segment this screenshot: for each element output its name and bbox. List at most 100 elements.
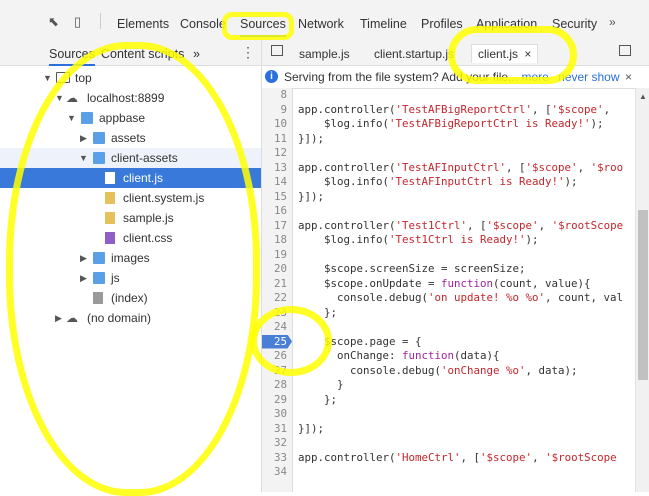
line-number[interactable]: 8 [262, 88, 292, 102]
line-number[interactable]: 27 [262, 364, 292, 378]
tree-item-index[interactable]: (index) [0, 288, 261, 308]
css-file-icon [105, 232, 115, 244]
code-line: }]); [298, 189, 325, 203]
line-number[interactable]: 26 [262, 349, 292, 363]
tree-item-top[interactable]: ▼ top [0, 68, 261, 88]
tree-item-no-domain[interactable]: ▶ ☁ (no domain) [0, 308, 261, 328]
expanded-arrow-icon[interactable]: ▼ [55, 88, 64, 108]
editor-tab-client-js[interactable]: client.js × [471, 44, 539, 63]
scrollbar-thumb[interactable] [638, 210, 648, 380]
tree-item-localhost[interactable]: ▼ ☁ localhost:8899 [0, 88, 261, 108]
infobar-close-icon[interactable]: × [625, 66, 632, 88]
code-line: }]); [298, 131, 325, 145]
line-number[interactable]: 23 [262, 306, 292, 320]
collapsed-arrow-icon[interactable]: ▶ [55, 308, 62, 328]
line-number[interactable]: 22 [262, 291, 292, 305]
code-line: $scope.screenSize = screenSize; [298, 262, 526, 275]
tab-security[interactable]: Security [552, 17, 597, 31]
tab-sources-navigator[interactable]: Sources [49, 47, 95, 66]
line-number[interactable]: 14 [262, 175, 292, 189]
tree-item-assets[interactable]: ▶ assets [0, 128, 261, 148]
tree-item-images[interactable]: ▶ images [0, 248, 261, 268]
tree-item-client-assets[interactable]: ▼ client-assets [0, 148, 261, 168]
close-tab-icon[interactable]: × [524, 47, 531, 61]
collapsed-arrow-icon[interactable]: ▶ [80, 268, 87, 288]
tree-item-client-js[interactable]: client.js [0, 168, 261, 188]
code-line: app.controller('Test1Ctrl', ['$scope', '… [298, 218, 624, 232]
line-number[interactable]: 21 [262, 277, 292, 291]
expanded-arrow-icon[interactable]: ▼ [67, 108, 76, 128]
tab-network[interactable]: Network [298, 17, 344, 31]
tree-item-js[interactable]: ▶ js [0, 268, 261, 288]
scroll-up-icon[interactable]: ▲ [639, 92, 647, 101]
navigator-tabs: Sources Content scripts » ⋮ [0, 40, 261, 66]
infobar-more-link[interactable]: more [521, 70, 548, 84]
tab-elements[interactable]: Elements [117, 17, 169, 31]
tree-item-label: client.css [123, 231, 173, 245]
line-number[interactable]: 17 [262, 219, 292, 233]
code-line: app.controller('HomeCtrl', ['$scope', '$… [298, 450, 617, 464]
line-number[interactable]: 30 [262, 407, 292, 421]
tab-timeline[interactable]: Timeline [360, 17, 407, 31]
editor-scrollbar[interactable]: ▲ [635, 88, 649, 492]
editor-tab-label: client.js [478, 47, 519, 61]
line-number[interactable]: 24 [262, 320, 292, 334]
tab-content-scripts[interactable]: Content scripts [101, 47, 184, 61]
line-number[interactable]: 10 [262, 117, 292, 131]
js-file-icon [105, 212, 115, 224]
tree-item-appbase[interactable]: ▼ appbase [0, 108, 261, 128]
line-number[interactable]: 33 [262, 451, 292, 465]
folder-icon [93, 132, 105, 144]
collapsed-arrow-icon[interactable]: ▶ [80, 248, 87, 268]
tree-item-client-system-js[interactable]: client.system.js [0, 188, 261, 208]
line-number[interactable]: 11 [262, 132, 292, 146]
line-number[interactable]: 31 [262, 422, 292, 436]
file-icon [105, 172, 115, 184]
line-number[interactable]: 29 [262, 393, 292, 407]
info-icon: i [265, 70, 278, 83]
code-line: app.controller('TestAFBigReportCtrl', ['… [298, 102, 611, 116]
line-number[interactable]: 16 [262, 204, 292, 218]
tree-item-client-css[interactable]: client.css [0, 228, 261, 248]
line-number[interactable]: 12 [262, 146, 292, 160]
line-number[interactable]: 32 [262, 436, 292, 450]
editor-tab-sample-js[interactable]: sample.js [299, 47, 350, 61]
tab-sources[interactable]: Sources [240, 17, 286, 37]
line-number[interactable]: 9 [262, 103, 292, 117]
code-line: app.controller('TestAFInputCtrl', ['$sco… [298, 160, 624, 174]
infobar-message: Serving from the file system? Add your f… [284, 70, 519, 84]
toggle-debugger-icon[interactable] [619, 45, 631, 56]
toggle-navigator-icon[interactable] [271, 45, 283, 56]
inspect-element-icon[interactable]: ⬉ [48, 14, 59, 30]
code-line: }; [298, 392, 338, 406]
editor-tab-client-startup-js[interactable]: client.startup.js [374, 47, 454, 61]
code-editor[interactable]: 8 9 10 11 12 13 14 15 16 17 18 19 20 21 22 23 24 25 26 27 28… [262, 88, 635, 492]
tree-item-label: client-assets [111, 151, 178, 165]
line-number[interactable]: 28 [262, 378, 292, 392]
line-number[interactable]: 20 [262, 262, 292, 276]
tab-console[interactable]: Console [180, 17, 226, 31]
navigator-menu-icon[interactable]: ⋮ [241, 44, 255, 61]
line-number[interactable]: 19 [262, 248, 292, 262]
folder-icon [81, 112, 93, 124]
line-number-gutter[interactable]: 8 9 10 11 12 13 14 15 16 17 18 19 20 21 22 23 24 25 26 27 28… [262, 88, 293, 492]
line-number[interactable]: 34 [262, 465, 292, 479]
tree-item-sample-js[interactable]: sample.js [0, 208, 261, 228]
more-navigator-tabs-icon[interactable]: » [193, 47, 200, 61]
tab-application[interactable]: Application [476, 17, 537, 31]
line-number[interactable]: 13 [262, 161, 292, 175]
tab-profiles[interactable]: Profiles [421, 17, 463, 31]
expanded-arrow-icon[interactable]: ▼ [43, 68, 52, 88]
expanded-arrow-icon[interactable]: ▼ [79, 148, 88, 168]
code-line: $scope.onUpdate = function(count, value)… [298, 276, 591, 290]
editor-tab-strip: sample.js client.startup.js client.js × [262, 40, 649, 66]
breakpoint-line-number[interactable]: 25 [262, 334, 292, 349]
code-line: $log.info('TestAFBigReportCtrl is Ready!… [298, 117, 604, 130]
device-mode-icon[interactable]: ▯ [74, 14, 81, 30]
line-number[interactable]: 15 [262, 190, 292, 204]
devtools-toolbar: ⬉ ▯ Elements Console Sources Network Tim… [0, 0, 649, 41]
more-tabs-icon[interactable]: » [609, 15, 616, 29]
infobar-never-show-link[interactable]: never show [558, 70, 619, 84]
line-number[interactable]: 18 [262, 233, 292, 247]
collapsed-arrow-icon[interactable]: ▶ [80, 128, 87, 148]
